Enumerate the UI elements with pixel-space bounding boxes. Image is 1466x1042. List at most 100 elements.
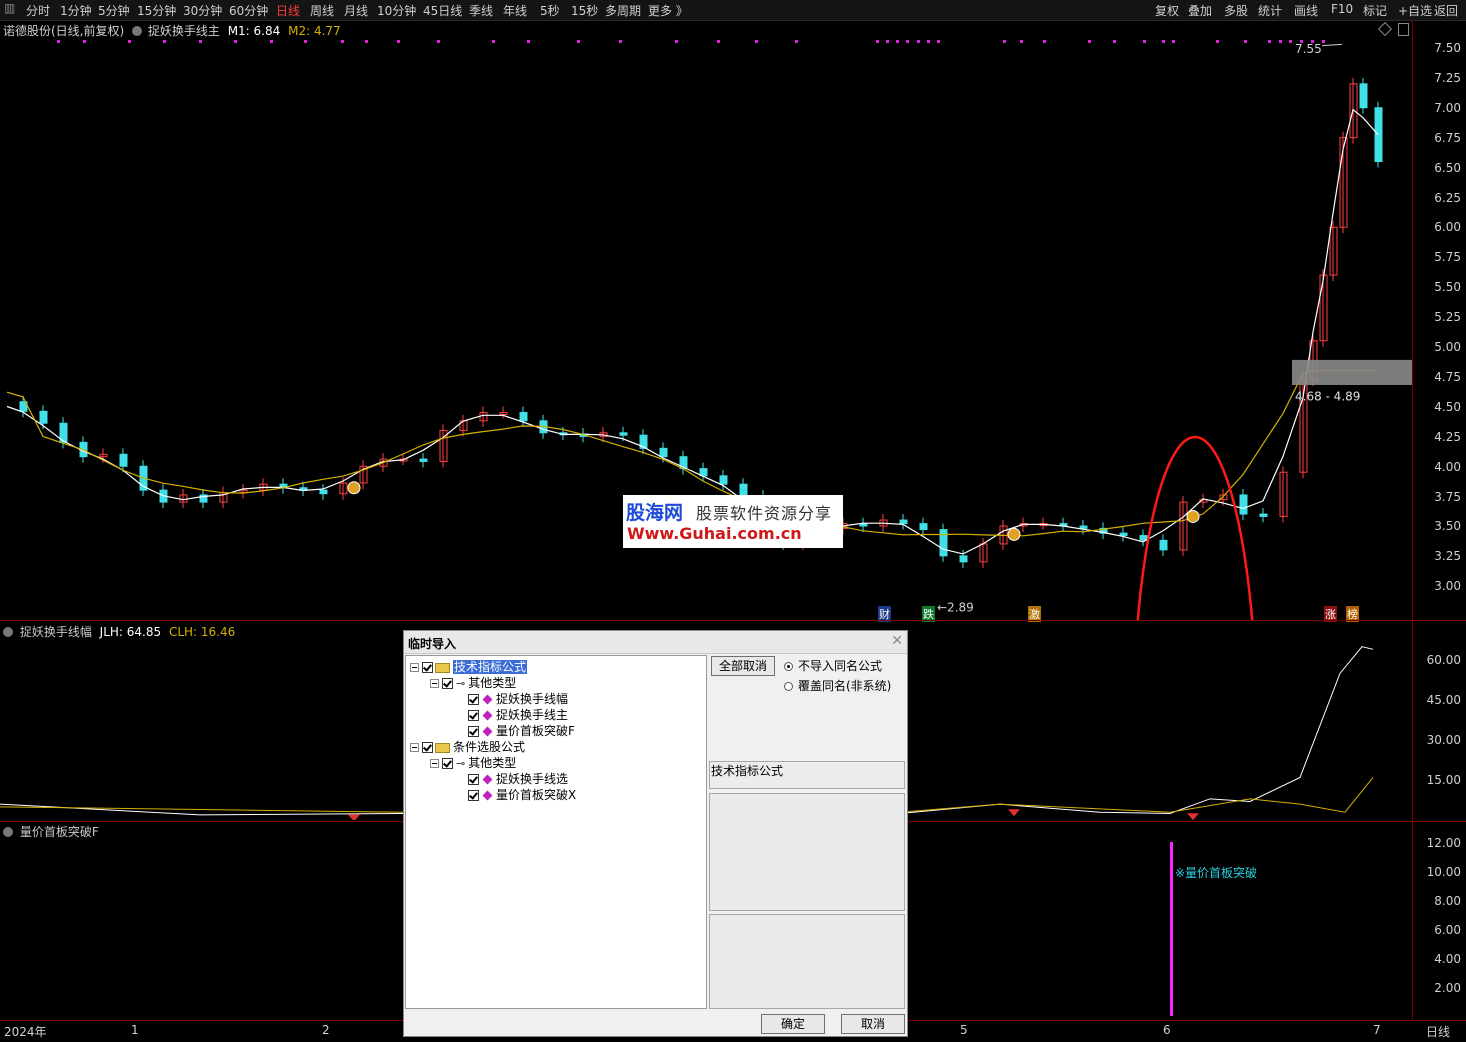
checkbox-item-5[interactable] (468, 790, 479, 801)
checkbox-other-types-1[interactable] (442, 678, 453, 689)
dialog-titlebar[interactable]: 临时导入 ✕ (404, 631, 907, 654)
tree-node-selection-formulas[interactable]: 条件选股公式 (410, 738, 525, 754)
folder-icon (435, 742, 450, 753)
tab-more[interactable]: 更多 》 (648, 2, 688, 19)
checkbox-selection-formulas[interactable] (422, 742, 433, 753)
multi-stock-button[interactable]: 多股 (1224, 2, 1248, 19)
top-signal-dot (717, 40, 720, 43)
radio-overwrite-same[interactable]: 覆盖同名(非系统) (784, 677, 891, 694)
top-signal-dot (927, 40, 930, 43)
tab-fenshi[interactable]: 分时 (26, 2, 50, 19)
overlay-button[interactable]: 叠加 (1188, 2, 1212, 19)
tree-node-other-types-1[interactable]: ⊸ 其他类型 (430, 674, 516, 690)
toolbar-menu-icon[interactable]: ▥ (4, 1, 15, 15)
tree-node-other-types-2[interactable]: ⊸ 其他类型 (430, 754, 516, 770)
mark-button[interactable]: 标记 (1363, 2, 1387, 19)
x-label-month-5: 5 (960, 1023, 968, 1037)
indicator-toggle-icon[interactable] (132, 26, 143, 36)
tree-node-tech-formulas[interactable]: 技术指标公式 (410, 658, 528, 674)
top-signal-dot (1244, 40, 1247, 43)
tab-weekly[interactable]: 周线 (310, 2, 334, 19)
breakout-signal-bar (1170, 842, 1173, 1016)
close-icon[interactable]: ✕ (891, 633, 903, 649)
ok-button[interactable]: 确定 (761, 1014, 825, 1034)
tab-multi-period[interactable]: 多周期 (605, 2, 641, 19)
x-axis-period[interactable]: 日线 (1426, 1023, 1450, 1040)
tab-30min[interactable]: 30分钟 (183, 2, 222, 19)
tree-node-item-1[interactable]: 捉妖换手线幅 (468, 690, 568, 706)
stats-button[interactable]: 统计 (1258, 2, 1282, 19)
cancel-button[interactable]: 取消 (841, 1014, 905, 1034)
money-bag-icon (1186, 509, 1200, 523)
formula-desc-panel[interactable] (709, 793, 905, 911)
sub1-axis-tick: 30.00 (1426, 733, 1461, 747)
money-bag-icon (1007, 527, 1021, 541)
tree-node-item-3[interactable]: 量价首板突破F (468, 722, 575, 738)
collapse-icon[interactable] (430, 679, 439, 688)
x-label-month-7: 7 (1373, 1023, 1381, 1037)
checkbox-tech-formulas[interactable] (422, 662, 433, 673)
deselect-all-button[interactable]: 全部取消 (711, 656, 775, 676)
tree-node-item-4[interactable]: 捉妖换手线选 (468, 770, 568, 786)
panel-settings-icon[interactable] (1377, 21, 1393, 37)
top-signal-dot (1143, 40, 1146, 43)
tab-60min[interactable]: 60分钟 (229, 2, 268, 19)
radio-label-no-import: 不导入同名公式 (798, 659, 883, 673)
candle-body (119, 453, 128, 467)
tab-10min[interactable]: 10分钟 (377, 2, 416, 19)
radio-dot[interactable] (784, 682, 793, 691)
tab-5min[interactable]: 5分钟 (98, 2, 130, 19)
checkbox-item-4[interactable] (468, 774, 479, 785)
checkbox-other-types-2[interactable] (442, 758, 453, 769)
top-signal-dot (1043, 40, 1046, 43)
stock-title: 诺德股份(日线,前复权) (3, 24, 125, 38)
top-signal-dot (755, 40, 758, 43)
sub1-axis-tick: 15.00 (1426, 773, 1461, 787)
checkbox-item-1[interactable] (468, 694, 479, 705)
f10-button[interactable]: F10 (1331, 2, 1353, 16)
radio-dot[interactable] (784, 662, 793, 671)
tab-15min[interactable]: 15分钟 (137, 2, 176, 19)
fuquan-button[interactable]: 复权 (1155, 2, 1179, 19)
sub2-toggle-icon[interactable] (3, 827, 13, 837)
collapse-icon[interactable] (410, 663, 419, 672)
x-label-month-1: 1 (131, 1023, 139, 1037)
top-signal-dot (1088, 40, 1091, 43)
tab-1min[interactable]: 1分钟 (60, 2, 92, 19)
tab-quarterly[interactable]: 季线 (469, 2, 493, 19)
price-axis-tick: 3.00 (1434, 579, 1461, 594)
sub1-indicator-name[interactable]: 捉妖换手线幅 (20, 625, 92, 639)
watermark-brand: 股海网 (626, 502, 684, 524)
formula-tree[interactable]: 技术指标公式 ⊸ 其他类型 捉妖换手线幅 捉妖换手线主 量价首板突破F 条件选股公… (405, 655, 707, 1009)
sub1-axis-tick: 45.00 (1426, 693, 1461, 707)
panel-layout-icon[interactable] (1398, 23, 1409, 36)
tree-node-item-5[interactable]: 量价首板突破X (468, 786, 576, 802)
m2-value: M2: 4.77 (288, 24, 341, 38)
tab-5sec[interactable]: 5秒 (540, 2, 560, 19)
checkbox-item-2[interactable] (468, 710, 479, 721)
collapse-icon[interactable] (430, 759, 439, 768)
tab-15sec[interactable]: 15秒 (571, 2, 598, 19)
top-signal-dot (675, 40, 678, 43)
back-button[interactable]: 返回 (1434, 2, 1458, 19)
main-indicator-name[interactable]: 捉妖换手线主 (148, 24, 220, 38)
tab-monthly[interactable]: 月线 (344, 2, 368, 19)
tree-label-tech-formulas: 技术指标公式 (453, 660, 528, 674)
draw-line-button[interactable]: 画线 (1294, 2, 1318, 19)
candle-body (959, 555, 968, 563)
top-signal-dot (397, 40, 400, 43)
radio-no-import-same[interactable]: 不导入同名公式 (784, 657, 882, 674)
tree-node-item-2[interactable]: 捉妖换手线主 (468, 706, 568, 722)
candle-body (419, 458, 428, 462)
formula-detail-panel[interactable] (709, 914, 905, 1009)
top-signal-dot (1268, 40, 1271, 43)
checkbox-item-3[interactable] (468, 726, 479, 737)
tab-45day[interactable]: 45日线 (423, 2, 462, 19)
main-chart-header: 诺德股份(日线,前复权) 捉妖换手线主 M1: 6.84 M2: 4.77 (3, 22, 341, 39)
add-watchlist-button[interactable]: +自选 (1398, 2, 1432, 19)
tab-yearly[interactable]: 年线 (503, 2, 527, 19)
sub1-toggle-icon[interactable] (3, 627, 13, 637)
tab-daily[interactable]: 日线 (276, 2, 300, 19)
sub2-indicator-name[interactable]: 量价首板突破F (20, 825, 99, 839)
collapse-icon[interactable] (410, 743, 419, 752)
